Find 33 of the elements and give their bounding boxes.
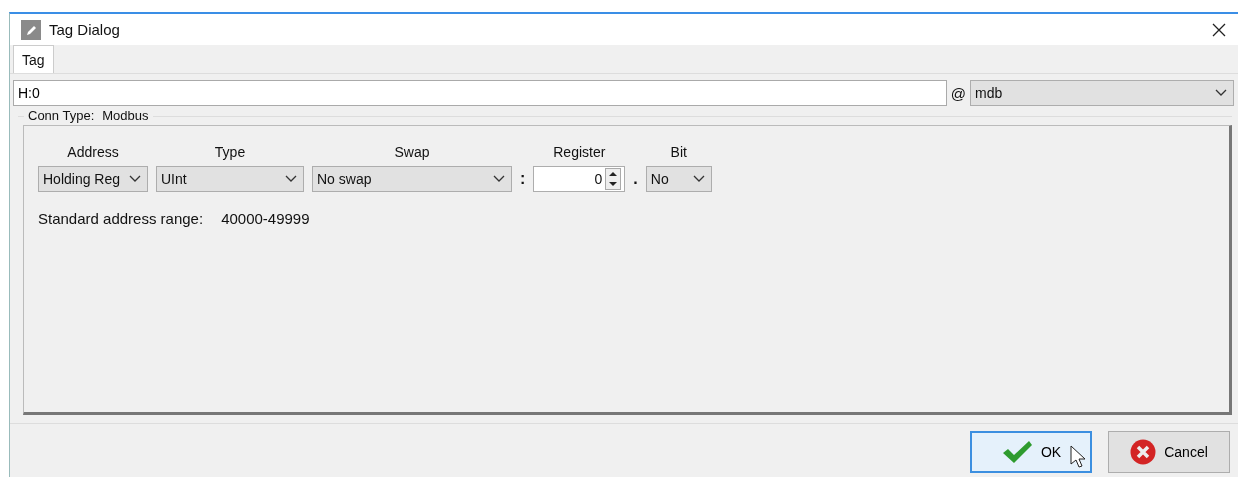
separator: : xyxy=(520,169,526,190)
caret-icon xyxy=(692,175,705,184)
at-sign: @ xyxy=(950,84,966,102)
caret-icon xyxy=(493,175,505,184)
window-title: Tag Dialog xyxy=(49,21,121,39)
error-icon xyxy=(1130,438,1157,465)
field-label: Swap xyxy=(394,144,430,161)
caret-icon xyxy=(285,175,297,184)
tag-field[interactable]: H:0 xyxy=(13,80,947,107)
tab[interactable]: Tag xyxy=(13,45,54,74)
conn-type-value: Modbus xyxy=(102,108,149,124)
separator: . xyxy=(633,169,638,190)
caret-icon xyxy=(1215,89,1227,98)
pencil-icon xyxy=(21,19,41,40)
close-icon[interactable] xyxy=(1212,22,1226,37)
spin-field[interactable]: 0 xyxy=(533,166,626,193)
field-label: Type xyxy=(214,144,246,161)
conn-type-label: Conn Type: xyxy=(28,108,95,124)
dropdown[interactable]: No xyxy=(645,166,712,193)
dropdown[interactable]: Holding Reg xyxy=(38,166,148,193)
field-label: Bit xyxy=(670,144,687,161)
ok-button[interactable]: OK xyxy=(970,430,1092,473)
connection-dropdown[interactable]: mdb xyxy=(970,80,1234,107)
cancel-button[interactable]: Cancel xyxy=(1108,430,1230,473)
dropdown[interactable]: UInt xyxy=(156,166,304,193)
spin-arrows-icon[interactable] xyxy=(605,168,622,191)
range-value: 40000-49999 xyxy=(221,210,310,228)
field-label: Register xyxy=(553,144,606,161)
dropdown[interactable]: No swap xyxy=(312,166,512,193)
range-label: Standard address range: xyxy=(38,210,204,228)
caret-icon xyxy=(129,175,141,184)
cursor-icon xyxy=(1070,444,1086,469)
field-label: Address xyxy=(67,144,119,161)
